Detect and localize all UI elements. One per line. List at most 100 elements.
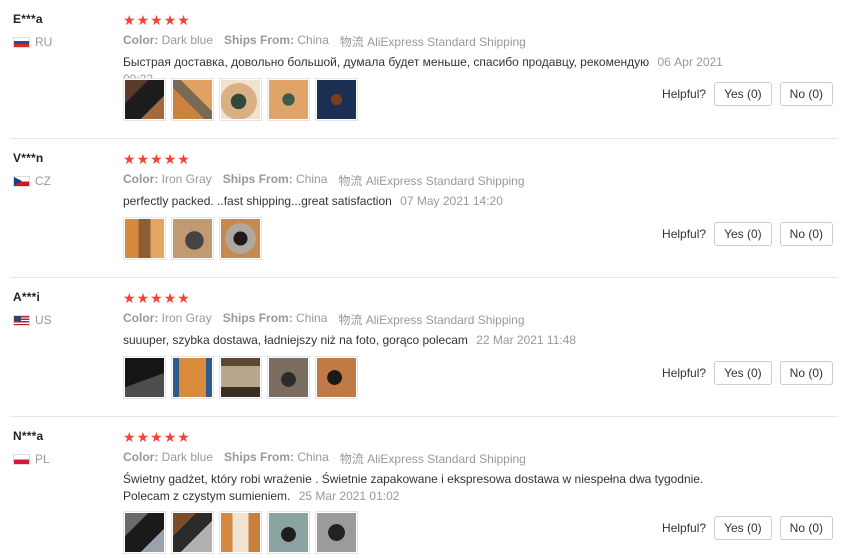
star-icon: ★: [150, 290, 163, 306]
review-photos: [123, 511, 358, 554]
color-value: Iron Gray: [161, 172, 212, 186]
star-icon: ★: [150, 151, 163, 167]
color-label: Color:: [123, 172, 159, 186]
review-item: V***n CZ ★ ★ ★ ★ ★ Color: Iron Gray Ships Fr…: [0, 139, 850, 278]
ships-from-label: Ships From:: [224, 450, 295, 464]
star-icon: ★: [123, 12, 136, 28]
country-code: RU: [35, 35, 53, 49]
helpful-no-button[interactable]: No (0): [779, 361, 833, 385]
review-photos: [123, 217, 262, 260]
country-code: CZ: [35, 174, 51, 188]
review-photo[interactable]: [267, 511, 310, 554]
review-item: A***i US ★ ★ ★ ★ ★ Color: Iron Gray Ships Fr…: [0, 278, 850, 417]
ships-from-label: Ships From:: [222, 311, 293, 325]
review-text: Świetny gadżet, który robi wrażenie . Św…: [123, 472, 704, 503]
helpful-no-button[interactable]: No (0): [779, 82, 833, 106]
reviewer-country: PL: [13, 452, 50, 466]
review-body: suuuper, szybka dostawa, ładniejszy niż …: [123, 332, 753, 349]
helpful-no-button[interactable]: No (0): [779, 222, 833, 246]
star-icon: ★: [123, 290, 136, 306]
review-meta: Color: Dark blue Ships From: China 物流 Al…: [123, 33, 526, 50]
review-meta: Color: Dark blue Ships From: China 物流 Al…: [123, 450, 526, 467]
helpful-votes: Helpful? Yes (0) No (0): [662, 361, 833, 385]
review-photo[interactable]: [171, 78, 214, 121]
color-value: Iron Gray: [161, 311, 212, 325]
shipping-method: 物流 AliExpress Standard Shipping: [339, 452, 526, 466]
reviewer-name: A***i: [13, 290, 41, 304]
ships-from-value: China: [297, 450, 329, 464]
ships-from-value: China: [296, 311, 328, 325]
review-photos: [123, 78, 358, 121]
star-icon: ★: [163, 429, 177, 445]
star-icon: ★: [177, 12, 190, 28]
star-rating: ★ ★ ★ ★ ★: [123, 13, 190, 27]
reviewer-name: E***a: [13, 12, 43, 26]
helpful-label: Helpful?: [662, 366, 707, 380]
star-icon: ★: [163, 151, 177, 167]
helpful-yes-button[interactable]: Yes (0): [714, 361, 772, 385]
review-text: suuuper, szybka dostawa, ładniejszy niż …: [123, 333, 468, 347]
helpful-yes-button[interactable]: Yes (0): [714, 82, 772, 106]
review-body: Świetny gadżet, który robi wrażenie . Św…: [123, 471, 753, 505]
review-item: E***a RU ★ ★ ★ ★ ★ Color: Dark blue Ships Fr…: [0, 0, 850, 139]
review-photo[interactable]: [219, 78, 262, 121]
reviewer-country: CZ: [13, 174, 51, 188]
review-photo[interactable]: [171, 217, 214, 260]
review-item: N***a PL ★ ★ ★ ★ ★ Color: Dark blue Ships Fr…: [0, 417, 850, 558]
shipping-method: 物流 AliExpress Standard Shipping: [339, 35, 526, 49]
shipping-method: 物流 AliExpress Standard Shipping: [338, 174, 525, 188]
review-photo[interactable]: [171, 511, 214, 554]
review-body: perfectly packed. ..fast shipping...grea…: [123, 193, 753, 210]
review-text: perfectly packed. ..fast shipping...grea…: [123, 194, 392, 208]
review-photo[interactable]: [315, 356, 358, 399]
star-icon: ★: [123, 429, 136, 445]
star-icon: ★: [136, 429, 150, 445]
star-icon: ★: [136, 12, 150, 28]
ships-from-label: Ships From:: [222, 172, 293, 186]
star-icon: ★: [150, 12, 163, 28]
helpful-yes-button[interactable]: Yes (0): [714, 222, 772, 246]
review-date: 07 May 2021 14:20: [400, 194, 503, 208]
star-icon: ★: [136, 290, 150, 306]
review-photo[interactable]: [171, 356, 214, 399]
helpful-votes: Helpful? Yes (0) No (0): [662, 516, 833, 540]
star-icon: ★: [163, 12, 177, 28]
review-photo[interactable]: [219, 511, 262, 554]
helpful-votes: Helpful? Yes (0) No (0): [662, 222, 833, 246]
ships-from-value: China: [296, 172, 328, 186]
review-photo[interactable]: [123, 78, 166, 121]
flag-ru-icon: [13, 36, 30, 48]
country-code: US: [35, 313, 52, 327]
reviewer-country: US: [13, 313, 52, 327]
flag-pl-icon: [13, 453, 30, 465]
star-icon: ★: [177, 151, 190, 167]
flag-cz-icon: [13, 175, 30, 187]
review-photo[interactable]: [219, 356, 262, 399]
review-date: 25 Mar 2021 01:02: [298, 489, 400, 503]
helpful-label: Helpful?: [662, 521, 707, 535]
ships-from-value: China: [297, 33, 329, 47]
helpful-label: Helpful?: [662, 227, 707, 241]
star-icon: ★: [150, 429, 163, 445]
color-label: Color:: [123, 311, 159, 325]
review-photo[interactable]: [219, 217, 262, 260]
star-rating: ★ ★ ★ ★ ★: [123, 152, 190, 166]
reviewer-name: N***a: [13, 429, 44, 443]
review-photo[interactable]: [123, 356, 166, 399]
review-photo[interactable]: [267, 78, 310, 121]
ships-from-label: Ships From:: [224, 33, 295, 47]
helpful-no-button[interactable]: No (0): [779, 516, 833, 540]
review-photo[interactable]: [123, 511, 166, 554]
review-photo[interactable]: [123, 217, 166, 260]
review-photo[interactable]: [267, 356, 310, 399]
color-value: Dark blue: [161, 450, 214, 464]
star-rating: ★ ★ ★ ★ ★: [123, 430, 190, 444]
star-icon: ★: [177, 429, 190, 445]
color-label: Color:: [123, 450, 159, 464]
star-icon: ★: [177, 290, 190, 306]
star-icon: ★: [163, 290, 177, 306]
review-photo[interactable]: [315, 78, 358, 121]
helpful-yes-button[interactable]: Yes (0): [714, 516, 772, 540]
country-code: PL: [35, 452, 50, 466]
review-photo[interactable]: [315, 511, 358, 554]
